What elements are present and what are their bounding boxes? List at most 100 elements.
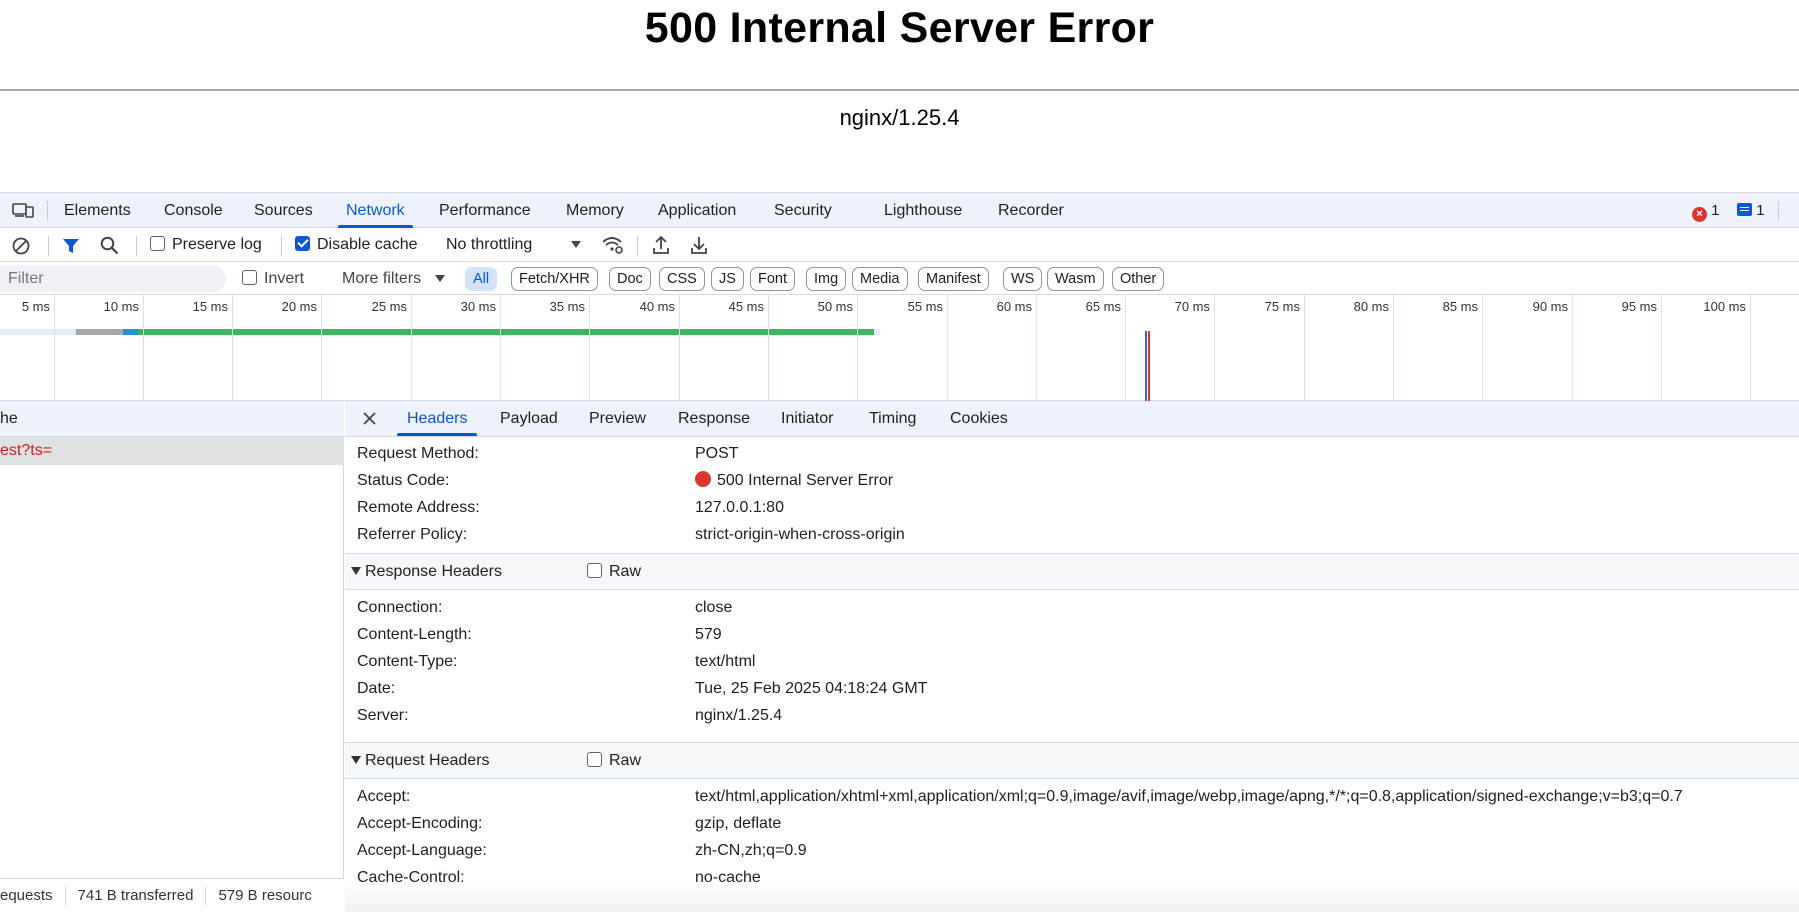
chip-js[interactable]: JS (711, 267, 744, 291)
toolbar-separator (281, 236, 282, 256)
search-icon[interactable] (100, 236, 119, 255)
status-error-icon (695, 471, 711, 487)
toolbar-separator (136, 236, 137, 256)
tab-initiator[interactable]: Initiator (781, 401, 833, 436)
name-column-header[interactable]: he (0, 401, 344, 437)
clear-icon[interactable] (12, 237, 30, 255)
message-counter[interactable]: 1 (1737, 193, 1765, 228)
request-headers-section[interactable]: Request Headers Raw (345, 742, 1799, 779)
import-har-icon[interactable] (652, 235, 670, 255)
timeline-gridline (1214, 295, 1215, 401)
chip-all[interactable]: All (465, 267, 498, 291)
timeline-bar-download (138, 329, 874, 335)
response-headers-section[interactable]: Response Headers Raw (345, 553, 1799, 590)
tab-application[interactable]: Application (658, 193, 736, 228)
timeline-tick-label: 10 ms (103, 299, 139, 314)
toolbar-separator (48, 236, 49, 256)
header-value: 127.0.0.1:80 (695, 499, 784, 516)
checkbox-box[interactable] (587, 752, 602, 767)
tab-timing[interactable]: Timing (869, 401, 916, 436)
raw-checkbox[interactable]: Raw (587, 554, 641, 589)
checkbox-box[interactable] (587, 563, 602, 578)
more-filters-dropdown[interactable]: More filters (342, 262, 445, 295)
chip-ws[interactable]: WS (1003, 267, 1043, 291)
tab-console[interactable]: Console (164, 193, 223, 228)
export-har-icon[interactable] (690, 235, 708, 255)
header-key: Request Method: (357, 445, 479, 462)
request-list: he est?ts= equests 741 B transferred 579 B… (0, 401, 344, 912)
section-title[interactable]: Request Headers (351, 743, 490, 778)
tab-headers[interactable]: Headers (396, 401, 479, 436)
chip-manifest[interactable]: Manifest (918, 267, 989, 291)
tab-performance[interactable]: Performance (439, 193, 531, 228)
timeline-gridline (321, 295, 322, 401)
header-value: gzip, deflate (695, 815, 782, 832)
chip-fetch-xhr[interactable]: Fetch/XHR (511, 267, 598, 291)
timeline-tick-label: 45 ms (728, 299, 764, 314)
tab-memory[interactable]: Memory (566, 193, 624, 228)
header-value: no-cache (695, 869, 761, 886)
invert-checkbox[interactable]: Invert (242, 262, 304, 295)
filter-input[interactable] (0, 265, 226, 292)
disable-cache-checkbox[interactable]: Disable cache (295, 228, 418, 262)
header-value: 500 Internal Server Error (717, 472, 894, 489)
network-overview-timeline[interactable]: 5 ms 10 ms 15 ms 20 ms 25 ms 30 ms 35 ms 40 ms 4… (0, 295, 1799, 401)
chip-other[interactable]: Other (1112, 267, 1165, 291)
header-value: Tue, 25 Feb 2025 04:18:24 GMT (695, 680, 928, 697)
chevron-down-icon (434, 275, 445, 282)
disable-cache-label: Disable cache (317, 236, 418, 253)
more-filters-label: More filters (342, 270, 422, 287)
checkbox-box[interactable] (150, 236, 165, 251)
timeline-gridline (589, 295, 590, 401)
tab-security[interactable]: Security (774, 193, 832, 228)
tabbar-separator (47, 201, 48, 221)
timeline-tick-label: 40 ms (639, 299, 675, 314)
header-key: Remote Address: (357, 499, 480, 516)
close-icon[interactable] (362, 411, 377, 426)
network-conditions-icon[interactable] (601, 235, 625, 255)
filter-icon[interactable] (62, 237, 80, 255)
tab-network[interactable]: Network (338, 193, 413, 228)
tab-recorder[interactable]: Recorder (998, 193, 1064, 228)
timeline-gridline (1482, 295, 1483, 401)
timeline-gridline (1750, 295, 1751, 401)
timeline-gridline (1036, 295, 1037, 401)
tab-elements[interactable]: Elements (64, 193, 131, 228)
device-toolbar-icon[interactable] (12, 202, 34, 218)
section-title[interactable]: Response Headers (351, 554, 502, 589)
checkbox-box-checked[interactable] (295, 236, 310, 251)
tab-response[interactable]: Response (678, 401, 750, 436)
header-key: Accept-Language: (357, 842, 487, 859)
error-counter[interactable]: × 1 (1692, 193, 1720, 228)
header-key: Cache-Control: (357, 869, 465, 886)
raw-checkbox[interactable]: Raw (587, 743, 641, 778)
request-row[interactable]: est?ts= (0, 437, 344, 465)
preserve-log-checkbox[interactable]: Preserve log (150, 228, 262, 262)
chip-wasm[interactable]: Wasm (1047, 267, 1104, 291)
header-key: Server: (357, 707, 409, 724)
tab-preview[interactable]: Preview (589, 401, 646, 436)
summary-requests: equests (0, 886, 66, 906)
checkbox-box[interactable] (242, 270, 257, 285)
tab-cookies[interactable]: Cookies (950, 401, 1008, 436)
tab-sources[interactable]: Sources (254, 193, 313, 228)
chip-img[interactable]: Img (806, 267, 847, 291)
divider (0, 89, 1799, 91)
chip-doc[interactable]: Doc (609, 267, 651, 291)
timeline-gridline (411, 295, 412, 401)
chip-media[interactable]: Media (852, 267, 908, 291)
timeline-tick-label: 25 ms (371, 299, 407, 314)
timeline-tick-label: 70 ms (1174, 299, 1210, 314)
header-key: Content-Length: (357, 626, 472, 643)
chip-font[interactable]: Font (750, 267, 796, 291)
request-detail-pane: Headers Payload Preview Response Initiat… (345, 401, 1799, 912)
timeline-gridline (232, 295, 233, 401)
chip-css[interactable]: CSS (659, 267, 705, 291)
tab-lighthouse[interactable]: Lighthouse (884, 193, 962, 228)
error-icon: × (1692, 207, 1707, 222)
network-toolbar: Preserve log Disable cache No throttling (0, 228, 1799, 262)
throttling-select[interactable]: No throttling (446, 228, 581, 262)
tab-payload[interactable]: Payload (500, 401, 558, 436)
throttling-value: No throttling (446, 236, 533, 253)
message-count: 1 (1756, 202, 1765, 219)
